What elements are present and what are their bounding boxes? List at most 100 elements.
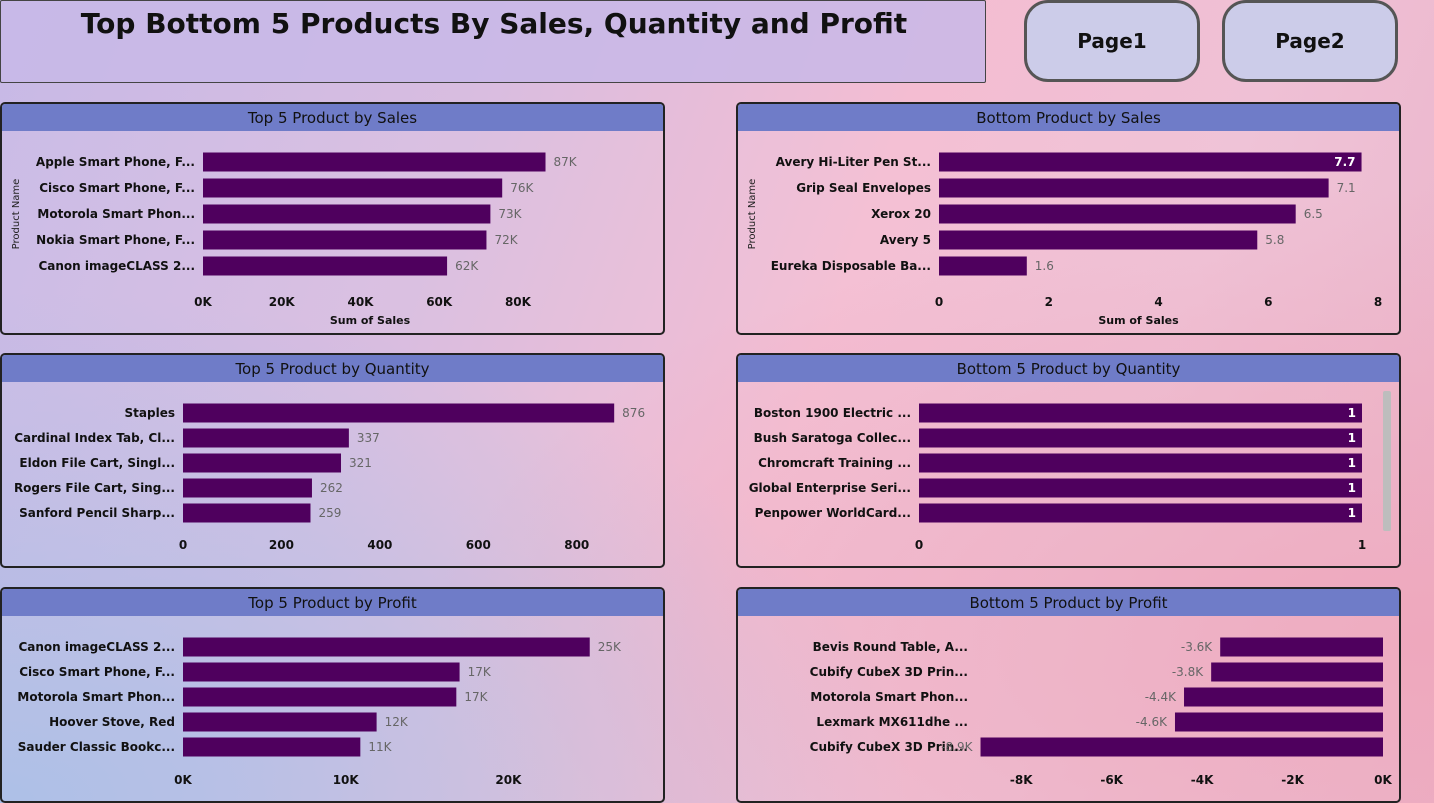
bar xyxy=(183,662,460,682)
category-label: Cubify CubeX 3D Prin... xyxy=(810,665,968,679)
data-label: -8.9K xyxy=(941,740,973,754)
bar xyxy=(183,503,311,523)
bar xyxy=(183,637,590,657)
x-axis-title: Sum of Sales xyxy=(1098,314,1179,327)
category-label: Motorola Smart Phon... xyxy=(37,207,195,221)
data-label: -3.8K xyxy=(1172,665,1204,679)
tick-label: 400 xyxy=(367,538,392,552)
bar xyxy=(939,204,1296,224)
category-label: Bush Saratoga Collec... xyxy=(754,431,911,445)
bar xyxy=(1174,712,1383,732)
tick-label: 0K xyxy=(174,773,192,787)
tick-label: 60K xyxy=(426,295,453,309)
chart-svg: Boston 1900 Electric ... 1 Bush Saratoga C… xyxy=(749,403,1366,552)
tick-label: 0 xyxy=(915,538,923,552)
data-label: 5.8 xyxy=(1265,233,1284,247)
tick-label: 0K xyxy=(1374,773,1392,787)
bar xyxy=(939,178,1329,198)
category-label: Grip Seal Envelopes xyxy=(796,181,931,195)
category-label: Chromcraft Training ... xyxy=(758,456,911,470)
top-quantity-panel: Top 5 Product by Quantity Staples 876 Card… xyxy=(0,353,665,568)
top-sales-panel: Top 5 Product by Sales Apple Smart Phone… xyxy=(0,102,665,335)
bar xyxy=(919,428,1362,448)
tick-label: 600 xyxy=(466,538,491,552)
data-label: 12K xyxy=(385,715,409,729)
data-label: 876 xyxy=(622,406,645,420)
category-label: Rogers File Cart, Sing... xyxy=(14,481,175,495)
tick-label: -6K xyxy=(1100,773,1123,787)
bar xyxy=(919,478,1362,498)
category-label: Lexmark MX611dhe ... xyxy=(816,715,968,729)
data-label: 259 xyxy=(318,506,341,520)
category-label: Motorola Smart Phon... xyxy=(810,690,968,704)
bar xyxy=(939,152,1362,172)
data-label: 321 xyxy=(349,456,372,470)
category-label: Sanford Pencil Sharp... xyxy=(19,506,175,520)
data-label: -4.6K xyxy=(1136,715,1168,729)
category-label: Canon imageCLASS 2... xyxy=(38,259,195,273)
bar xyxy=(203,256,448,276)
tick-label: 200 xyxy=(269,538,294,552)
category-label: Boston 1900 Electric ... xyxy=(754,406,911,420)
category-label: Sauder Classic Bookc... xyxy=(18,740,175,754)
category-label: Global Enterprise Seri... xyxy=(749,481,911,495)
category-label: Cisco Smart Phone, F... xyxy=(19,665,175,679)
y-axis-title: Product Name xyxy=(11,179,22,250)
data-label: 72K xyxy=(494,233,518,247)
category-label: Cisco Smart Phone, F... xyxy=(39,181,195,195)
tick-label: -4K xyxy=(1191,773,1214,787)
bar xyxy=(1220,637,1383,657)
data-label: 262 xyxy=(320,481,343,495)
chart-svg: Bevis Round Table, A... -3.6K Cubify CubeX… xyxy=(810,637,1393,787)
bar xyxy=(203,204,491,224)
top-profit-panel: Top 5 Product by Profit Canon imageCLASS… xyxy=(0,587,665,803)
data-label: 6.5 xyxy=(1304,207,1323,221)
tick-label: 1 xyxy=(1358,538,1366,552)
category-label: Cardinal Index Tab, Cl... xyxy=(14,431,175,445)
bar xyxy=(980,737,1383,757)
page-title: Top Bottom 5 Products By Sales, Quantity… xyxy=(80,7,908,40)
tick-label: 10K xyxy=(333,773,360,787)
page2-button[interactable]: Page2 xyxy=(1222,0,1398,82)
category-label: Nokia Smart Phone, F... xyxy=(36,233,195,247)
title-box: Top Bottom 5 Products By Sales, Quantity… xyxy=(0,0,986,83)
bar xyxy=(203,178,503,198)
bar xyxy=(183,712,377,732)
tick-label: 0 xyxy=(179,538,187,552)
tick-label: 0K xyxy=(194,295,212,309)
bar xyxy=(939,230,1258,250)
category-label: Avery 5 xyxy=(880,233,931,247)
data-label: 11K xyxy=(368,740,392,754)
category-label: Bevis Round Table, A... xyxy=(813,640,968,654)
tick-label: -2K xyxy=(1281,773,1304,787)
chart-svg: Canon imageCLASS 2... 25K Cisco Smart Phon… xyxy=(17,637,622,787)
data-label: 1 xyxy=(1348,406,1356,420)
category-label: Penpower WorldCard... xyxy=(755,506,911,520)
bar xyxy=(183,687,457,707)
bar xyxy=(1211,662,1383,682)
tick-label: 800 xyxy=(564,538,589,552)
data-label: 1 xyxy=(1348,506,1356,520)
data-label: 73K xyxy=(498,207,522,221)
bottom-sales-panel: Bottom Product by Sales Avery Hi-Liter P… xyxy=(736,102,1401,335)
tick-label: 4 xyxy=(1154,295,1162,309)
x-axis-title: Sum of Sales xyxy=(330,314,411,327)
data-label: -3.6K xyxy=(1181,640,1213,654)
data-label: 337 xyxy=(357,431,380,445)
data-label: 1.6 xyxy=(1035,259,1054,273)
data-label: 62K xyxy=(455,259,479,273)
bar xyxy=(1184,687,1383,707)
data-label: 25K xyxy=(598,640,622,654)
category-label: Eureka Disposable Ba... xyxy=(771,259,931,273)
tick-label: 40K xyxy=(347,295,374,309)
tick-label: 2 xyxy=(1045,295,1053,309)
bottom-profit-panel: Bottom 5 Product by Profit Bevis Round T… xyxy=(736,587,1401,803)
tick-label: 8 xyxy=(1374,295,1382,309)
bottom-quantity-panel: Bottom 5 Product by Quantity Boston 1900… xyxy=(736,353,1401,568)
page1-button[interactable]: Page1 xyxy=(1024,0,1200,82)
category-label: Motorola Smart Phon... xyxy=(17,690,175,704)
bar xyxy=(919,503,1362,523)
category-label: Avery Hi-Liter Pen St... xyxy=(776,155,931,169)
data-label: 7.1 xyxy=(1337,181,1356,195)
tick-label: -8K xyxy=(1010,773,1033,787)
